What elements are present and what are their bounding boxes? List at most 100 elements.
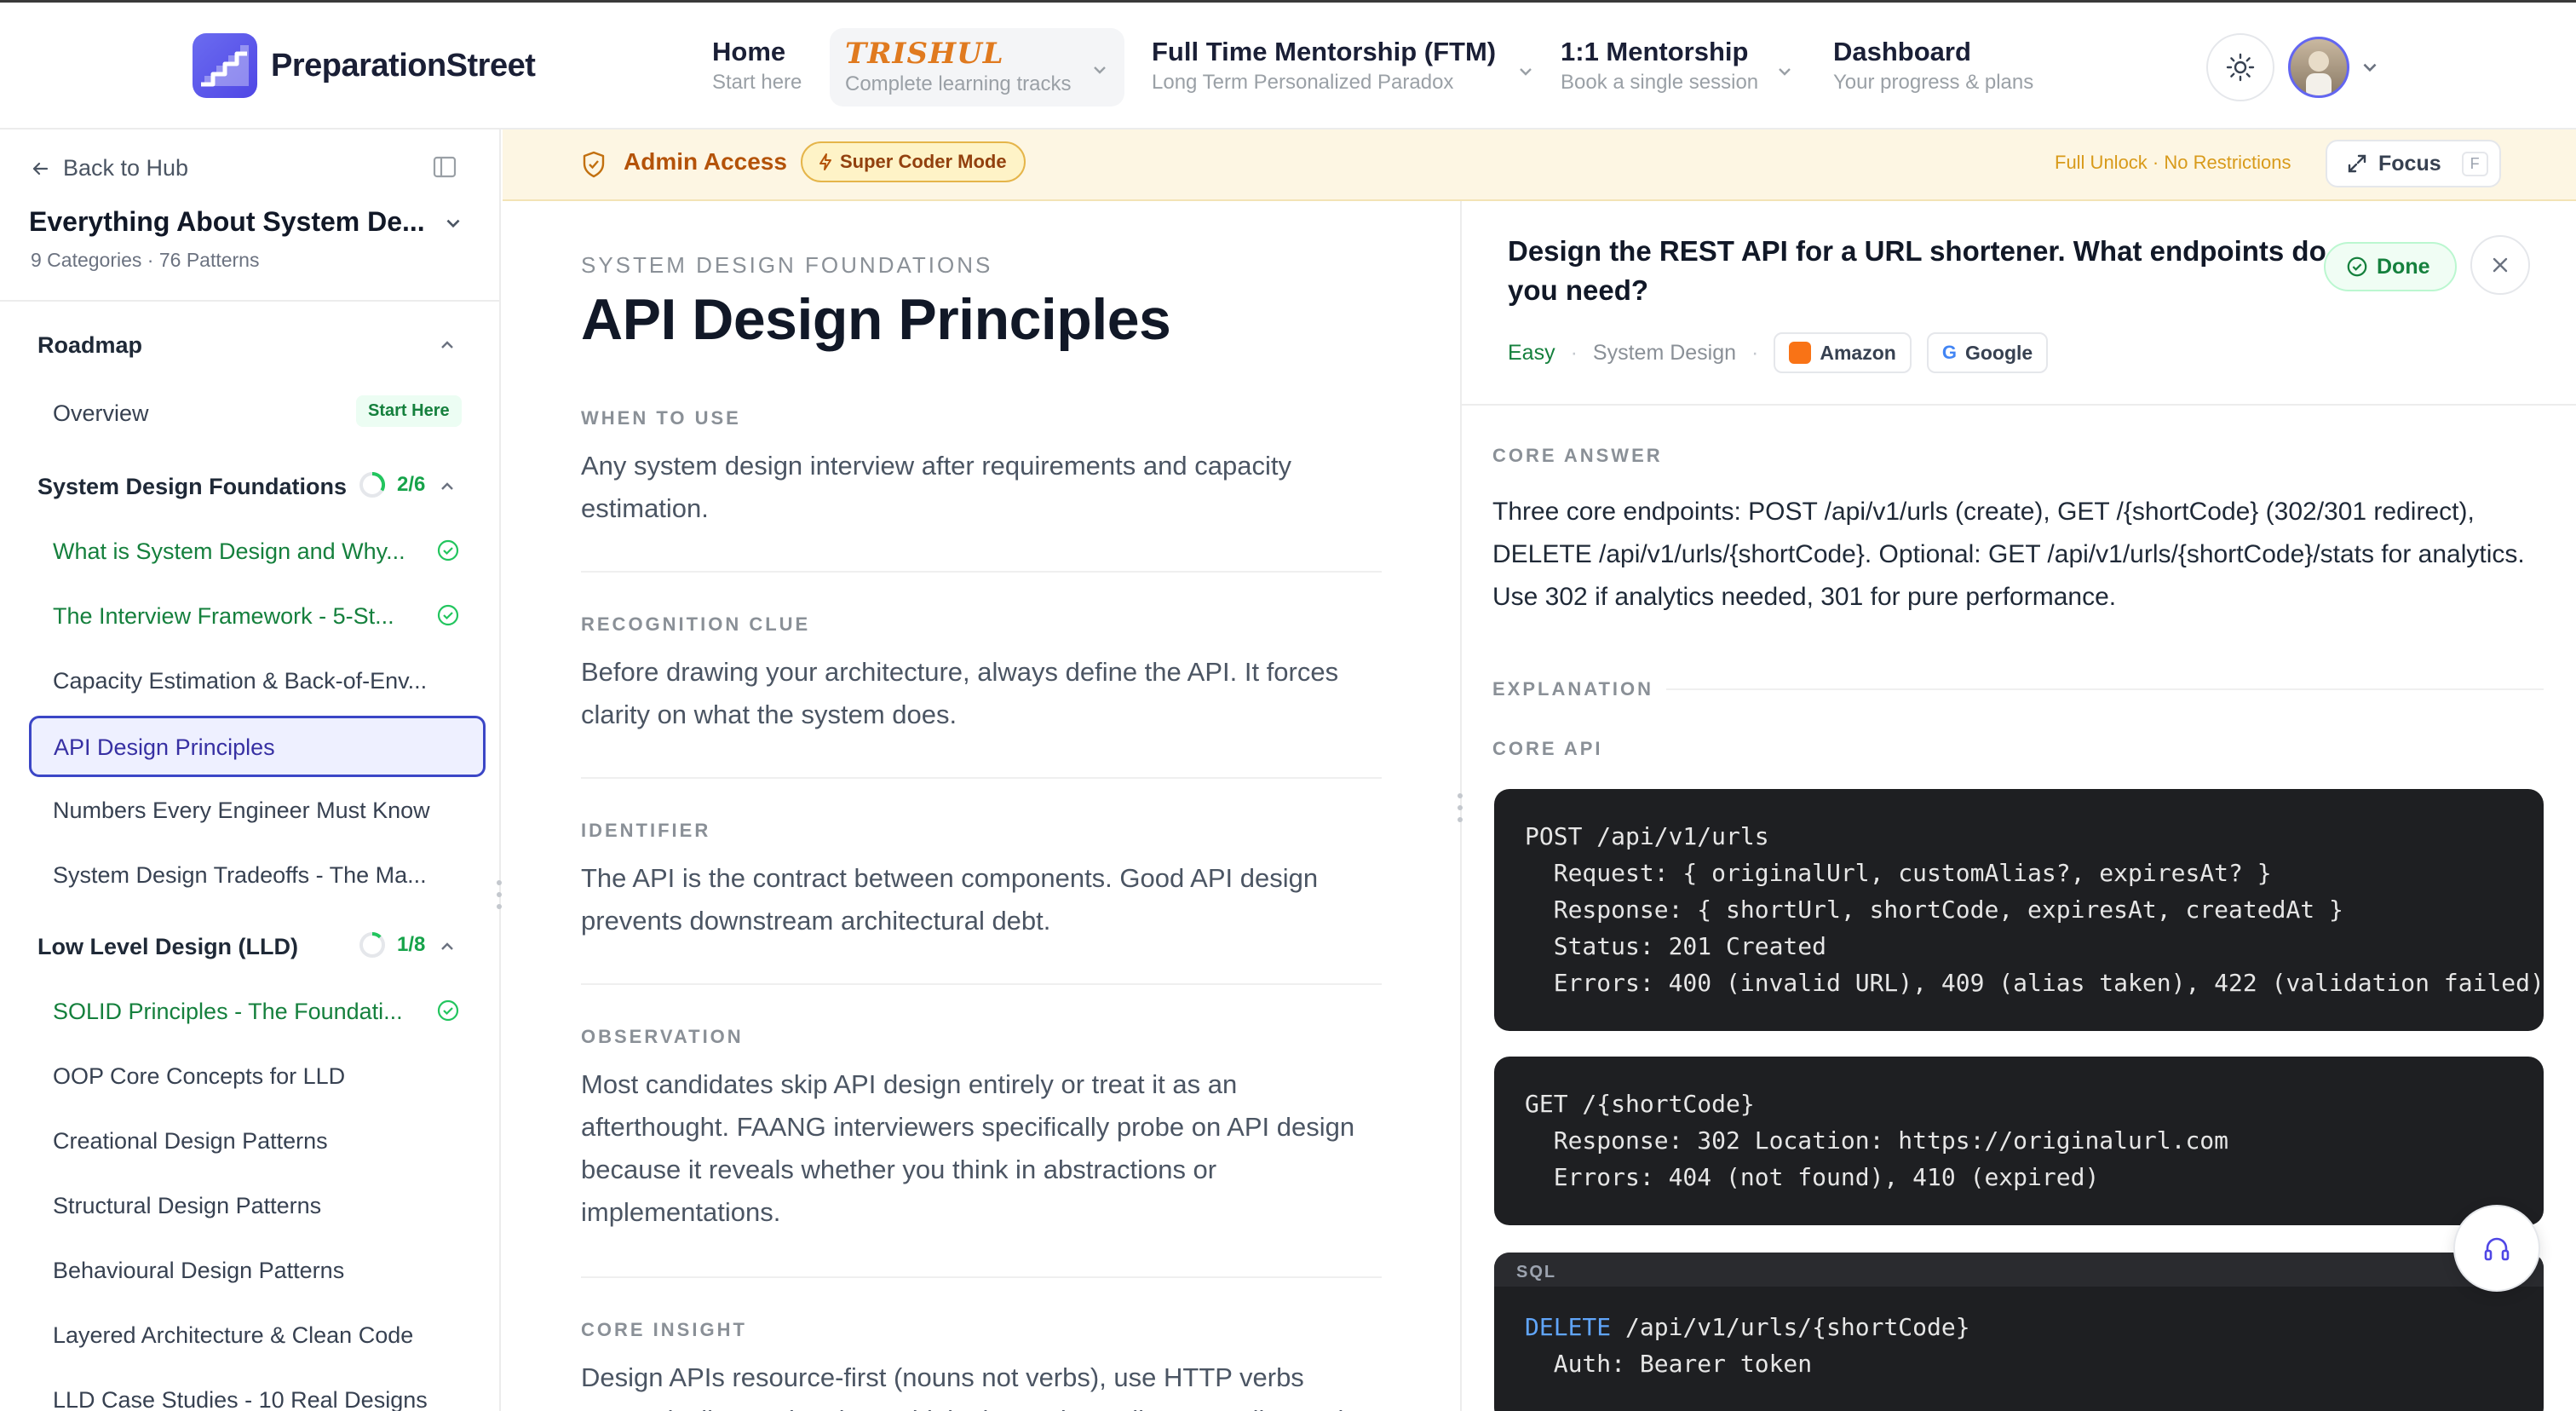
- company-tag-google[interactable]: G Google: [1926, 332, 2049, 373]
- sidebar-item-numbers-every-engineer[interactable]: Numbers Every Engineer Must Know: [53, 798, 430, 824]
- top-navbar: PreparationStreet Home Start here TRISHU…: [0, 0, 2576, 130]
- nav-one-on-one-sub: Book a single session: [1561, 71, 1759, 94]
- chevron-down-icon: [1779, 68, 1791, 76]
- sidebar-item-what-is-system-design[interactable]: What is System Design and Why...: [53, 538, 405, 565]
- sidebar-item-structural-patterns[interactable]: Structural Design Patterns: [53, 1193, 321, 1219]
- code-block-sql: SQL DELETE /api/v1/urls/{shortCode} Auth…: [1494, 1253, 2544, 1411]
- nav-home-title: Home: [712, 37, 786, 66]
- separator-dot: ·: [1751, 340, 1759, 365]
- block-observation: OBSERVATION Most candidates skip API des…: [581, 1026, 1382, 1234]
- support-fab-button[interactable]: [2453, 1205, 2540, 1292]
- progress-ring-icon: [359, 471, 385, 498]
- section-progress-count: 2/6: [397, 473, 426, 496]
- section-system-design-foundations[interactable]: System Design Foundations: [37, 474, 347, 500]
- nav-trishul-sub: Complete learning tracks: [845, 72, 1072, 95]
- nav-home[interactable]: Home Start here: [712, 37, 802, 95]
- code-block-get: GET /{shortCode} Response: 302 Location:…: [1494, 1057, 2544, 1225]
- expand-icon: [2348, 154, 2366, 173]
- code-keyword: DELETE: [1525, 1313, 1612, 1341]
- lightning-icon: [819, 153, 831, 170]
- sidebar-item-overview[interactable]: Overview: [53, 400, 149, 427]
- question-title: Design the REST API for a URL shortener.…: [1508, 235, 2326, 306]
- nav-trishul[interactable]: TRISHUL Complete learning tracks: [830, 28, 1124, 107]
- block-label: IDENTIFIER: [581, 820, 711, 841]
- theme-toggle-button[interactable]: [2206, 33, 2274, 101]
- section-roadmap[interactable]: Roadmap: [37, 332, 142, 359]
- collapse-sidebar-icon[interactable]: [431, 153, 458, 181]
- core-answer-label: CORE ANSWER: [1492, 445, 1663, 466]
- difficulty-badge: Easy: [1508, 340, 1555, 365]
- done-button[interactable]: Done: [2324, 242, 2457, 291]
- sidebar-item-capacity-estimation[interactable]: Capacity Estimation & Back-of-Env...: [53, 668, 427, 694]
- nav-ftm-sub: Long Term Personalized Paradox: [1152, 71, 1454, 94]
- sidebar-item-api-design-principles[interactable]: API Design Principles: [29, 716, 486, 777]
- progress-ring-icon: [359, 931, 385, 958]
- company-tag-amazon[interactable]: Amazon: [1774, 332, 1912, 373]
- trishul-logo-text: TRISHUL: [845, 37, 1004, 71]
- sidebar-item-interview-framework[interactable]: The Interview Framework - 5-St...: [53, 603, 394, 630]
- nav-dashboard-title: Dashboard: [1833, 37, 1971, 66]
- nav-ftm[interactable]: Full Time Mentorship (FTM) Long Term Per…: [1152, 37, 1532, 95]
- sidebar-item-layered-architecture[interactable]: Layered Architecture & Clean Code: [53, 1322, 413, 1349]
- divider: [0, 300, 501, 302]
- code-content: POST /api/v1/urls Request: { originalUrl…: [1525, 822, 2544, 997]
- focus-label: Focus: [2378, 151, 2441, 176]
- core-answer-text: Three core endpoints: POST /api/v1/urls …: [1492, 498, 2525, 611]
- code-language-label: SQL: [1494, 1253, 2544, 1287]
- amazon-logo-icon: [1789, 342, 1812, 364]
- done-label: Done: [2377, 254, 2430, 279]
- question-meta: Easy · System Design · Amazon G Google: [1508, 332, 2049, 373]
- category-label: System Design: [1592, 340, 1737, 365]
- chevron-down-icon[interactable]: [2360, 57, 2380, 78]
- separator-dot: ·: [1570, 340, 1578, 365]
- chevron-up-icon[interactable]: [438, 477, 457, 496]
- divider: [1666, 688, 2544, 690]
- sidebar-item-tradeoffs[interactable]: System Design Tradeoffs - The Ma...: [53, 862, 427, 889]
- block-recognition-clue: RECOGNITION CLUE Before drawing your arc…: [581, 613, 1382, 736]
- block-when-to-use: WHEN TO USE Any system design interview …: [581, 407, 1382, 530]
- code-block-post: POST /api/v1/urls Request: { originalUrl…: [1494, 789, 2544, 1031]
- section-progress: 2/6: [358, 470, 425, 499]
- resize-handle-icon[interactable]: [496, 879, 503, 910]
- sidebar-item-lld-case-studies[interactable]: LLD Case Studies - 10 Real Designs: [53, 1387, 428, 1411]
- code-content: GET /{shortCode} Response: 302 Location:…: [1525, 1090, 2229, 1191]
- check-circle-icon: [437, 539, 459, 562]
- back-to-hub-link[interactable]: Back to Hub: [31, 155, 188, 181]
- back-to-hub-label: Back to Hub: [63, 155, 189, 181]
- section-low-level-design[interactable]: Low Level Design (LLD): [37, 934, 298, 960]
- shield-icon: [583, 151, 605, 178]
- sidebar-item-oop-core[interactable]: OOP Core Concepts for LLD: [53, 1063, 345, 1090]
- super-coder-mode-badge: Super Coder Mode: [801, 141, 1026, 182]
- brand-logo[interactable]: PreparationStreet: [193, 33, 536, 98]
- block-text: The API is the contract between componen…: [581, 863, 1319, 936]
- course-title[interactable]: Everything About System De...: [29, 206, 425, 238]
- core-api-label: CORE API: [1492, 738, 1603, 759]
- sidebar-item-creational-patterns[interactable]: Creational Design Patterns: [53, 1128, 328, 1155]
- nav-one-on-one-title: 1:1 Mentorship: [1561, 37, 1749, 66]
- block-label: WHEN TO USE: [581, 407, 741, 429]
- admin-access-label: Admin Access: [624, 148, 787, 175]
- resize-handle-icon[interactable]: [1457, 792, 1463, 823]
- google-logo-icon: G: [1941, 342, 1957, 363]
- block-text: Before drawing your architecture, always…: [581, 657, 1339, 729]
- check-circle-icon: [437, 604, 459, 626]
- section-progress: 1/8: [358, 930, 425, 959]
- chevron-up-icon[interactable]: [438, 937, 457, 956]
- user-avatar[interactable]: [2288, 37, 2349, 98]
- close-button[interactable]: [2470, 235, 2530, 295]
- course-subtitle: 9 Categories · 76 Patterns: [31, 249, 260, 271]
- close-icon: [2493, 257, 2508, 273]
- admin-banner: Admin Access Super Coder Mode Full Unloc…: [503, 130, 2576, 201]
- super-coder-mode-label: Super Coder Mode: [840, 151, 1007, 172]
- sidebar-item-label: API Design Principles: [54, 734, 275, 760]
- sidebar: Back to Hub Everything About System De..…: [0, 130, 503, 1411]
- chevron-down-icon[interactable]: [443, 213, 463, 233]
- chevron-down-icon: [1094, 66, 1106, 74]
- nav-one-on-one[interactable]: 1:1 Mentorship Book a single session: [1561, 37, 1791, 95]
- sidebar-item-solid-principles[interactable]: SOLID Principles - The Foundati...: [53, 999, 403, 1025]
- focus-button[interactable]: Focus F: [2326, 140, 2501, 187]
- block-label: OBSERVATION: [581, 1026, 744, 1047]
- chevron-up-icon[interactable]: [438, 336, 457, 354]
- sidebar-item-behavioural-patterns[interactable]: Behavioural Design Patterns: [53, 1258, 344, 1284]
- nav-dashboard[interactable]: Dashboard Your progress & plans: [1833, 37, 2033, 95]
